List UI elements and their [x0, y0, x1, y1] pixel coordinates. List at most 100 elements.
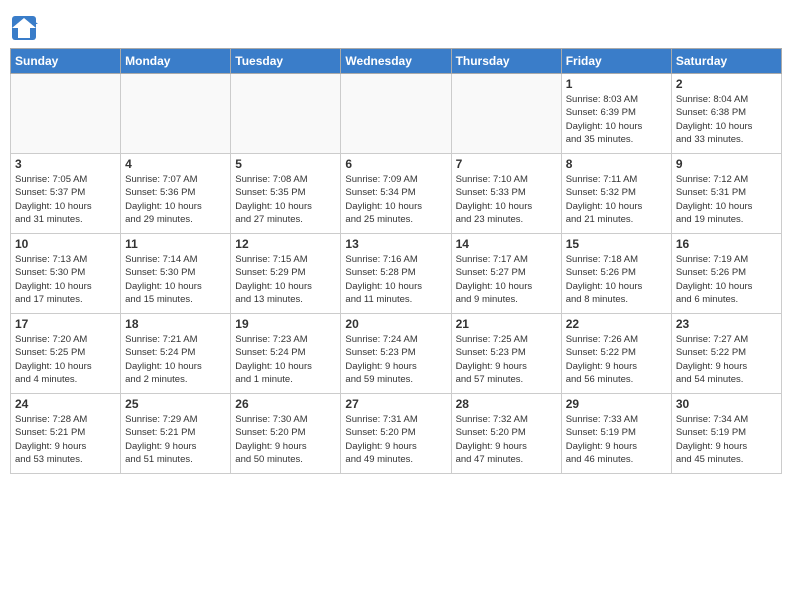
weekday-header-row: SundayMondayTuesdayWednesdayThursdayFrid…	[11, 49, 782, 74]
calendar-week-4: 17 Sunrise: 7:20 AM Sunset: 5:25 PM Dayli…	[11, 314, 782, 394]
weekday-header-saturday: Saturday	[671, 49, 781, 74]
day-info: Sunrise: 7:27 AM Sunset: 5:22 PM Dayligh…	[676, 333, 777, 386]
calendar-cell: 16 Sunrise: 7:19 AM Sunset: 5:26 PM Dayli…	[671, 234, 781, 314]
day-info: Sunrise: 7:09 AM Sunset: 5:34 PM Dayligh…	[345, 173, 446, 226]
calendar-cell: 13 Sunrise: 7:16 AM Sunset: 5:28 PM Dayli…	[341, 234, 451, 314]
calendar-cell: 29Sunrise: 7:33 AM Sunset: 5:19 PM Dayli…	[561, 394, 671, 474]
calendar-cell: 9 Sunrise: 7:12 AM Sunset: 5:31 PM Daylig…	[671, 154, 781, 234]
calendar-week-5: 24Sunrise: 7:28 AM Sunset: 5:21 PM Dayli…	[11, 394, 782, 474]
day-info: Sunrise: 7:24 AM Sunset: 5:23 PM Dayligh…	[345, 333, 446, 386]
weekday-header-monday: Monday	[121, 49, 231, 74]
day-number: 26	[235, 397, 336, 411]
calendar-cell: 26Sunrise: 7:30 AM Sunset: 5:20 PM Dayli…	[231, 394, 341, 474]
calendar-cell: 24Sunrise: 7:28 AM Sunset: 5:21 PM Dayli…	[11, 394, 121, 474]
day-info: Sunrise: 7:11 AM Sunset: 5:32 PM Dayligh…	[566, 173, 667, 226]
day-number: 20	[345, 317, 446, 331]
calendar-cell: 15 Sunrise: 7:18 AM Sunset: 5:26 PM Dayli…	[561, 234, 671, 314]
day-number: 30	[676, 397, 777, 411]
weekday-header-tuesday: Tuesday	[231, 49, 341, 74]
calendar-cell: 30 Sunrise: 7:34 AM Sunset: 5:19 PM Dayli…	[671, 394, 781, 474]
day-info: Sunrise: 7:21 AM Sunset: 5:24 PM Dayligh…	[125, 333, 226, 386]
day-info: Sunrise: 7:19 AM Sunset: 5:26 PM Dayligh…	[676, 253, 777, 306]
calendar-cell: 6 Sunrise: 7:09 AM Sunset: 5:34 PM Daylig…	[341, 154, 451, 234]
day-number: 8	[566, 157, 667, 171]
day-number: 7	[456, 157, 557, 171]
day-number: 10	[15, 237, 116, 251]
day-info: Sunrise: 7:15 AM Sunset: 5:29 PM Dayligh…	[235, 253, 336, 306]
calendar-cell: 22 Sunrise: 7:26 AM Sunset: 5:22 PM Dayli…	[561, 314, 671, 394]
calendar-cell: 27 Sunrise: 7:31 AM Sunset: 5:20 PM Dayli…	[341, 394, 451, 474]
day-info: Sunrise: 7:26 AM Sunset: 5:22 PM Dayligh…	[566, 333, 667, 386]
day-info: Sunrise: 7:18 AM Sunset: 5:26 PM Dayligh…	[566, 253, 667, 306]
page-container: SundayMondayTuesdayWednesdayThursdayFrid…	[10, 10, 782, 474]
day-info: Sunrise: 7:08 AM Sunset: 5:35 PM Dayligh…	[235, 173, 336, 226]
day-number: 17	[15, 317, 116, 331]
calendar-cell: 14 Sunrise: 7:17 AM Sunset: 5:27 PM Dayli…	[451, 234, 561, 314]
calendar-cell: 10 Sunrise: 7:13 AM Sunset: 5:30 PM Dayli…	[11, 234, 121, 314]
day-info: Sunrise: 7:17 AM Sunset: 5:27 PM Dayligh…	[456, 253, 557, 306]
logo-icon	[10, 14, 38, 42]
weekday-header-sunday: Sunday	[11, 49, 121, 74]
day-number: 19	[235, 317, 336, 331]
day-info: Sunrise: 7:33 AM Sunset: 5:19 PM Dayligh…	[566, 413, 667, 466]
day-number: 12	[235, 237, 336, 251]
day-info: Sunrise: 7:34 AM Sunset: 5:19 PM Dayligh…	[676, 413, 777, 466]
day-number: 24	[15, 397, 116, 411]
day-info: Sunrise: 7:07 AM Sunset: 5:36 PM Dayligh…	[125, 173, 226, 226]
calendar-cell: 4 Sunrise: 7:07 AM Sunset: 5:36 PM Daylig…	[121, 154, 231, 234]
calendar-cell: 21 Sunrise: 7:25 AM Sunset: 5:23 PM Dayli…	[451, 314, 561, 394]
calendar-cell: 20 Sunrise: 7:24 AM Sunset: 5:23 PM Dayli…	[341, 314, 451, 394]
day-number: 25	[125, 397, 226, 411]
day-info: Sunrise: 8:04 AM Sunset: 6:38 PM Dayligh…	[676, 93, 777, 146]
day-info: Sunrise: 7:32 AM Sunset: 5:20 PM Dayligh…	[456, 413, 557, 466]
day-number: 22	[566, 317, 667, 331]
calendar-week-2: 3 Sunrise: 7:05 AM Sunset: 5:37 PM Daylig…	[11, 154, 782, 234]
day-number: 15	[566, 237, 667, 251]
calendar-cell	[231, 74, 341, 154]
day-info: Sunrise: 7:31 AM Sunset: 5:20 PM Dayligh…	[345, 413, 446, 466]
calendar-cell	[121, 74, 231, 154]
day-info: Sunrise: 7:25 AM Sunset: 5:23 PM Dayligh…	[456, 333, 557, 386]
calendar-cell: 25 Sunrise: 7:29 AM Sunset: 5:21 PM Dayli…	[121, 394, 231, 474]
day-info: Sunrise: 7:29 AM Sunset: 5:21 PM Dayligh…	[125, 413, 226, 466]
calendar-week-1: 1Sunrise: 8:03 AM Sunset: 6:39 PM Daylig…	[11, 74, 782, 154]
day-number: 5	[235, 157, 336, 171]
day-number: 11	[125, 237, 226, 251]
day-number: 27	[345, 397, 446, 411]
calendar-cell: 17 Sunrise: 7:20 AM Sunset: 5:25 PM Dayli…	[11, 314, 121, 394]
calendar-cell	[11, 74, 121, 154]
day-info: Sunrise: 7:05 AM Sunset: 5:37 PM Dayligh…	[15, 173, 116, 226]
weekday-header-thursday: Thursday	[451, 49, 561, 74]
day-info: Sunrise: 7:23 AM Sunset: 5:24 PM Dayligh…	[235, 333, 336, 386]
day-number: 18	[125, 317, 226, 331]
calendar-cell: 1Sunrise: 8:03 AM Sunset: 6:39 PM Daylig…	[561, 74, 671, 154]
day-number: 6	[345, 157, 446, 171]
day-number: 3	[15, 157, 116, 171]
day-info: Sunrise: 7:12 AM Sunset: 5:31 PM Dayligh…	[676, 173, 777, 226]
calendar-cell: 12 Sunrise: 7:15 AM Sunset: 5:29 PM Dayli…	[231, 234, 341, 314]
day-number: 21	[456, 317, 557, 331]
day-number: 23	[676, 317, 777, 331]
day-info: Sunrise: 7:14 AM Sunset: 5:30 PM Dayligh…	[125, 253, 226, 306]
calendar-cell: 2Sunrise: 8:04 AM Sunset: 6:38 PM Daylig…	[671, 74, 781, 154]
day-number: 28	[456, 397, 557, 411]
day-number: 13	[345, 237, 446, 251]
calendar-cell: 3 Sunrise: 7:05 AM Sunset: 5:37 PM Daylig…	[11, 154, 121, 234]
calendar-cell: 28 Sunrise: 7:32 AM Sunset: 5:20 PM Dayli…	[451, 394, 561, 474]
day-number: 16	[676, 237, 777, 251]
calendar-cell: 8 Sunrise: 7:11 AM Sunset: 5:32 PM Daylig…	[561, 154, 671, 234]
calendar-table: SundayMondayTuesdayWednesdayThursdayFrid…	[10, 48, 782, 474]
calendar-cell: 23 Sunrise: 7:27 AM Sunset: 5:22 PM Dayli…	[671, 314, 781, 394]
header	[10, 10, 782, 42]
day-number: 9	[676, 157, 777, 171]
day-info: Sunrise: 7:16 AM Sunset: 5:28 PM Dayligh…	[345, 253, 446, 306]
day-number: 4	[125, 157, 226, 171]
weekday-header-wednesday: Wednesday	[341, 49, 451, 74]
day-number: 1	[566, 77, 667, 91]
day-number: 14	[456, 237, 557, 251]
day-info: Sunrise: 7:13 AM Sunset: 5:30 PM Dayligh…	[15, 253, 116, 306]
weekday-header-friday: Friday	[561, 49, 671, 74]
calendar-cell: 19 Sunrise: 7:23 AM Sunset: 5:24 PM Dayli…	[231, 314, 341, 394]
calendar-cell: 7Sunrise: 7:10 AM Sunset: 5:33 PM Daylig…	[451, 154, 561, 234]
day-info: Sunrise: 7:20 AM Sunset: 5:25 PM Dayligh…	[15, 333, 116, 386]
